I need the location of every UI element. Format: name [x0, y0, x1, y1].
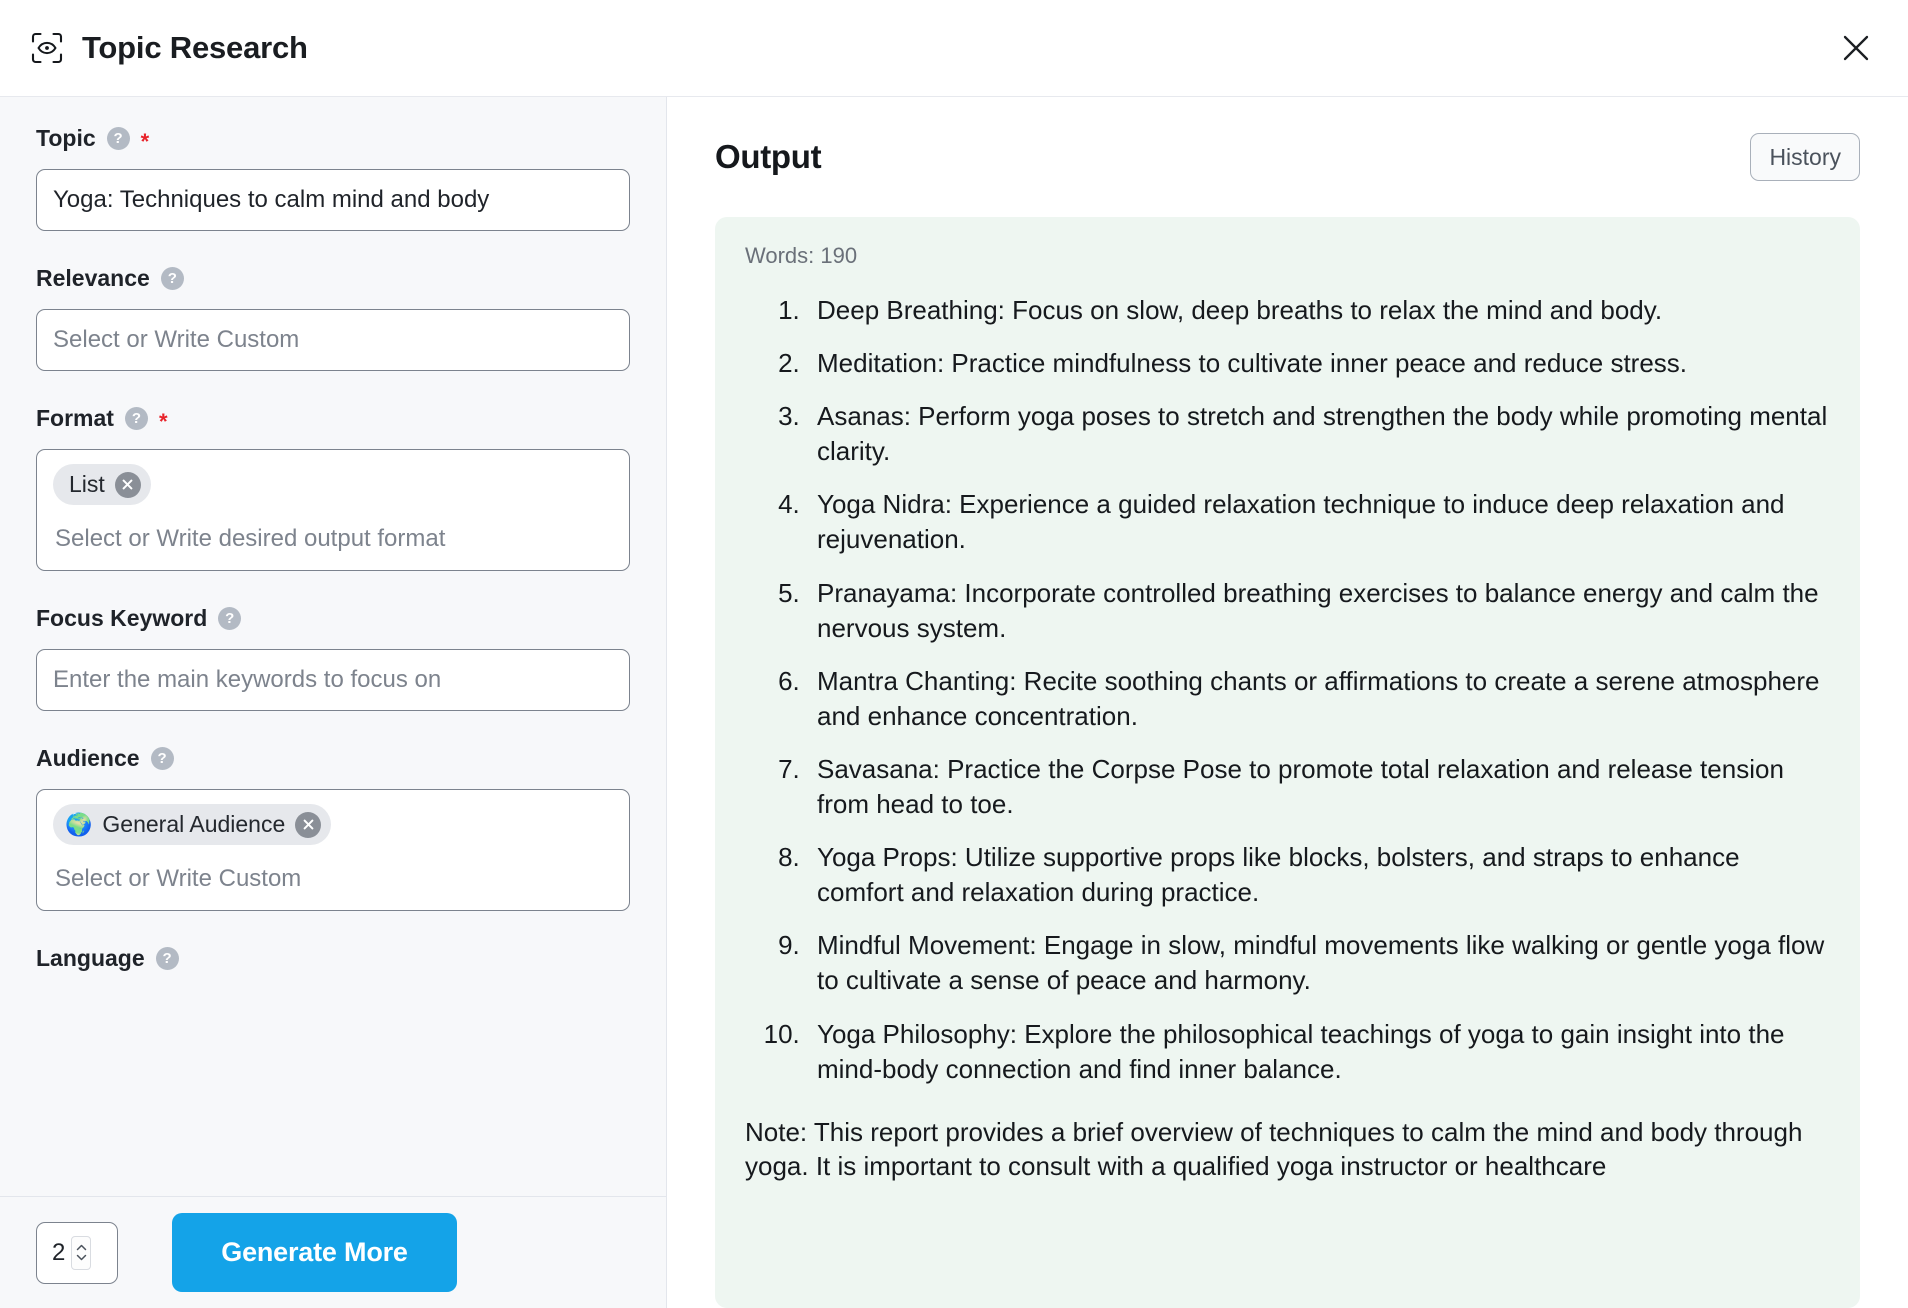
close-button[interactable] [1834, 26, 1878, 70]
field-format: Format ? * List Select or Write desired … [36, 405, 630, 571]
history-button[interactable]: History [1750, 133, 1860, 181]
list-item: Meditation: Practice mindfulness to cult… [807, 346, 1830, 381]
list-item: Deep Breathing: Focus on slow, deep brea… [807, 293, 1830, 328]
required-asterisk: * [140, 129, 150, 154]
field-focus-keyword-label-row: Focus Keyword ? [36, 605, 630, 631]
field-relevance-label: Relevance [36, 264, 150, 291]
stepper-arrows-icon[interactable] [71, 1235, 92, 1270]
quantity-stepper[interactable]: 2 [36, 1221, 118, 1284]
field-relevance-label-row: Relevance ? [36, 265, 630, 291]
field-topic-label: Topic [36, 124, 96, 151]
chip-list: List [53, 464, 151, 505]
output-card[interactable]: Words: 190 Deep Breathing: Focus on slow… [715, 217, 1860, 1308]
list-item: Asanas: Perform yoga poses to stretch an… [807, 399, 1830, 469]
chip-label: General Audience [102, 811, 286, 837]
topic-input[interactable] [36, 169, 630, 231]
field-language: Language ? [36, 945, 630, 971]
generate-more-button[interactable]: Generate More [172, 1213, 457, 1292]
field-language-label: Language [36, 944, 145, 971]
form-fields-scroll[interactable]: Topic ? * Relevance ? [0, 97, 666, 1196]
chip-label: List [69, 471, 105, 497]
field-relevance: Relevance ? [36, 265, 630, 371]
help-icon[interactable]: ? [155, 946, 179, 970]
format-chips: List [53, 464, 613, 505]
modal-header: Topic Research [0, 0, 1908, 97]
focus-keyword-input[interactable] [36, 649, 630, 711]
format-tag-input[interactable]: List Select or Write desired output form… [36, 449, 630, 571]
list-item: Pranayama: Incorporate controlled breath… [807, 576, 1830, 646]
help-icon[interactable]: ? [218, 606, 242, 630]
close-icon [1841, 33, 1871, 63]
format-placeholder: Select or Write desired output format [55, 525, 446, 552]
modal-body: Topic ? * Relevance ? [0, 97, 1908, 1308]
list-item: Yoga Props: Utilize supportive props lik… [807, 840, 1830, 910]
output-panel: Output History Words: 190 Deep Breathing… [667, 97, 1908, 1308]
form-sidebar: Topic ? * Relevance ? [0, 97, 667, 1308]
page-title: Topic Research [82, 30, 308, 65]
chip-remove-icon[interactable] [295, 811, 322, 838]
list-item: Yoga Philosophy: Explore the philosophic… [807, 1017, 1830, 1087]
help-icon[interactable]: ? [124, 406, 148, 430]
output-header: Output History [715, 125, 1860, 189]
audience-tag-input[interactable]: 🌍 General Audience Select or Write Custo… [36, 789, 630, 911]
scan-eye-icon [30, 31, 64, 65]
help-icon[interactable]: ? [106, 126, 130, 150]
field-topic-label-row: Topic ? * [36, 124, 630, 154]
field-focus-keyword-label: Focus Keyword [36, 604, 208, 631]
list-item: Mindful Movement: Engage in slow, mindfu… [807, 928, 1830, 998]
help-icon[interactable]: ? [160, 266, 184, 290]
chip-remove-icon[interactable] [114, 471, 141, 498]
audience-chips: 🌍 General Audience [53, 804, 613, 845]
list-item: Yoga Nidra: Experience a guided relaxati… [807, 487, 1830, 557]
field-format-label-row: Format ? * [36, 404, 630, 434]
field-topic: Topic ? * [36, 125, 630, 231]
topic-research-modal: Topic Research Topic ? * Yoga: Technique… [0, 0, 1908, 1308]
relevance-input[interactable] [36, 309, 630, 371]
chip-general-audience: 🌍 General Audience [53, 804, 332, 845]
header-left-group: Topic Research [30, 30, 308, 66]
audience-placeholder: Select or Write Custom [55, 865, 302, 892]
help-icon[interactable]: ? [150, 746, 174, 770]
quantity-value: 2 [52, 1238, 66, 1266]
field-language-label-row: Language ? [36, 945, 630, 971]
sidebar-footer: 2 Generate More [0, 1196, 666, 1308]
field-audience: Audience ? 🌍 General Audience Select or … [36, 745, 630, 911]
required-asterisk: * [158, 409, 168, 434]
output-note: Note: This report provides a brief overv… [745, 1116, 1803, 1182]
word-count: Words: 190 [745, 243, 858, 268]
field-audience-label-row: Audience ? [36, 745, 630, 771]
field-audience-label: Audience [36, 744, 140, 771]
field-format-label: Format [36, 404, 114, 431]
field-focus-keyword: Focus Keyword ? [36, 605, 630, 711]
list-item: Mantra Chanting: Recite soothing chants … [807, 664, 1830, 734]
output-list: Deep Breathing: Focus on slow, deep brea… [745, 293, 1830, 1087]
output-title: Output [715, 138, 822, 175]
list-item: Savasana: Practice the Corpse Pose to pr… [807, 752, 1830, 822]
globe-icon: 🌍 [65, 811, 93, 837]
